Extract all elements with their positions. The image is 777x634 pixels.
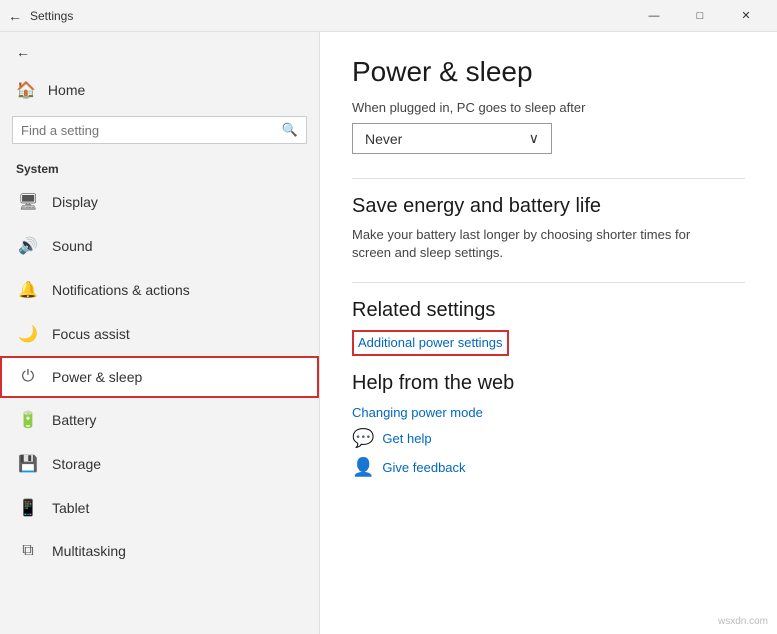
additional-power-settings-link[interactable]: Additional power settings bbox=[358, 335, 503, 350]
get-help-link-item[interactable]: 💬 Get help bbox=[352, 428, 745, 449]
close-button[interactable]: ✕ bbox=[723, 0, 769, 32]
give-feedback-link-item[interactable]: 👤 Give feedback bbox=[352, 457, 745, 478]
get-help-link[interactable]: Get help bbox=[382, 431, 431, 446]
sidebar: ← 🏠 Home 🔍 System 🖥 Display 🔊 Sound 🔔 No… bbox=[0, 32, 320, 634]
changing-power-link[interactable]: Changing power mode bbox=[352, 405, 483, 420]
give-feedback-icon: 👤 bbox=[352, 457, 374, 478]
sound-icon: 🔊 bbox=[18, 236, 38, 256]
sidebar-section-label: System bbox=[0, 152, 319, 180]
sidebar-item-storage-label: Storage bbox=[52, 456, 101, 472]
related-settings-heading: Related settings bbox=[352, 299, 745, 322]
page-title: Power & sleep bbox=[352, 56, 745, 88]
sidebar-item-storage[interactable]: 💾 Storage bbox=[0, 442, 319, 486]
divider-1 bbox=[352, 178, 745, 179]
help-heading: Help from the web bbox=[352, 372, 745, 395]
titlebar: ← Settings — □ ✕ bbox=[0, 0, 777, 32]
sidebar-item-display[interactable]: 🖥 Display bbox=[0, 180, 319, 224]
sidebar-item-battery[interactable]: 🔋 Battery bbox=[0, 398, 319, 442]
sidebar-item-power-label: Power & sleep bbox=[52, 369, 142, 385]
additional-power-link-box: Additional power settings bbox=[352, 330, 509, 356]
sidebar-item-multitasking-label: Multitasking bbox=[52, 543, 126, 559]
titlebar-title: Settings bbox=[30, 9, 631, 23]
sidebar-home-label: Home bbox=[48, 82, 85, 98]
sidebar-item-tablet[interactable]: 📱 Tablet bbox=[0, 486, 319, 530]
sidebar-item-display-label: Display bbox=[52, 194, 98, 210]
sleep-subtitle: When plugged in, PC goes to sleep after bbox=[352, 100, 745, 115]
changing-power-link-item[interactable]: Changing power mode bbox=[352, 405, 745, 420]
chevron-down-icon: ∨ bbox=[529, 130, 539, 147]
sidebar-item-power[interactable]: ⏻ Power & sleep bbox=[0, 356, 319, 398]
watermark: wsxdn.com bbox=[715, 615, 771, 628]
sidebar-item-tablet-label: Tablet bbox=[52, 500, 89, 516]
maximize-button[interactable]: □ bbox=[677, 0, 723, 32]
focus-icon: 🌙 bbox=[18, 324, 38, 344]
sidebar-item-sound[interactable]: 🔊 Sound bbox=[0, 224, 319, 268]
sleep-dropdown-value: Never bbox=[365, 131, 402, 147]
divider-2 bbox=[352, 282, 745, 283]
sidebar-item-sound-label: Sound bbox=[52, 238, 92, 254]
minimize-button[interactable]: — bbox=[631, 0, 677, 32]
storage-icon: 💾 bbox=[18, 454, 38, 474]
sidebar-item-notifications[interactable]: 🔔 Notifications & actions bbox=[0, 268, 319, 312]
notifications-icon: 🔔 bbox=[18, 280, 38, 300]
battery-icon: 🔋 bbox=[18, 410, 38, 430]
main-content: Power & sleep When plugged in, PC goes t… bbox=[320, 32, 777, 634]
save-energy-desc: Make your battery last longer by choosin… bbox=[352, 226, 732, 262]
display-icon: 🖥 bbox=[18, 192, 38, 212]
sleep-dropdown[interactable]: Never ∨ bbox=[352, 123, 552, 154]
search-icon: 🔍 bbox=[282, 122, 298, 138]
sidebar-item-battery-label: Battery bbox=[52, 412, 96, 428]
sidebar-item-notifications-label: Notifications & actions bbox=[52, 282, 190, 298]
home-icon: 🏠 bbox=[16, 80, 36, 100]
multitasking-icon: ⧉ bbox=[18, 542, 38, 560]
app-body: ← 🏠 Home 🔍 System 🖥 Display 🔊 Sound 🔔 No… bbox=[0, 32, 777, 634]
give-feedback-link[interactable]: Give feedback bbox=[382, 460, 465, 475]
sidebar-search-box[interactable]: 🔍 bbox=[12, 116, 307, 144]
sidebar-item-focus[interactable]: 🌙 Focus assist bbox=[0, 312, 319, 356]
power-icon: ⏻ bbox=[18, 368, 38, 386]
back-icon: ← bbox=[16, 44, 30, 60]
additional-power-link-item: Additional power settings bbox=[352, 330, 745, 356]
tablet-icon: 📱 bbox=[18, 498, 38, 518]
sidebar-item-home[interactable]: 🏠 Home bbox=[0, 72, 319, 108]
save-energy-heading: Save energy and battery life bbox=[352, 195, 745, 218]
titlebar-back-icon: ← bbox=[8, 8, 22, 24]
sidebar-back-button[interactable]: ← bbox=[0, 32, 319, 72]
search-input[interactable] bbox=[21, 123, 276, 138]
sidebar-item-focus-label: Focus assist bbox=[52, 326, 130, 342]
get-help-icon: 💬 bbox=[352, 428, 374, 449]
sidebar-item-multitasking[interactable]: ⧉ Multitasking bbox=[0, 530, 319, 572]
titlebar-controls: — □ ✕ bbox=[631, 0, 769, 32]
